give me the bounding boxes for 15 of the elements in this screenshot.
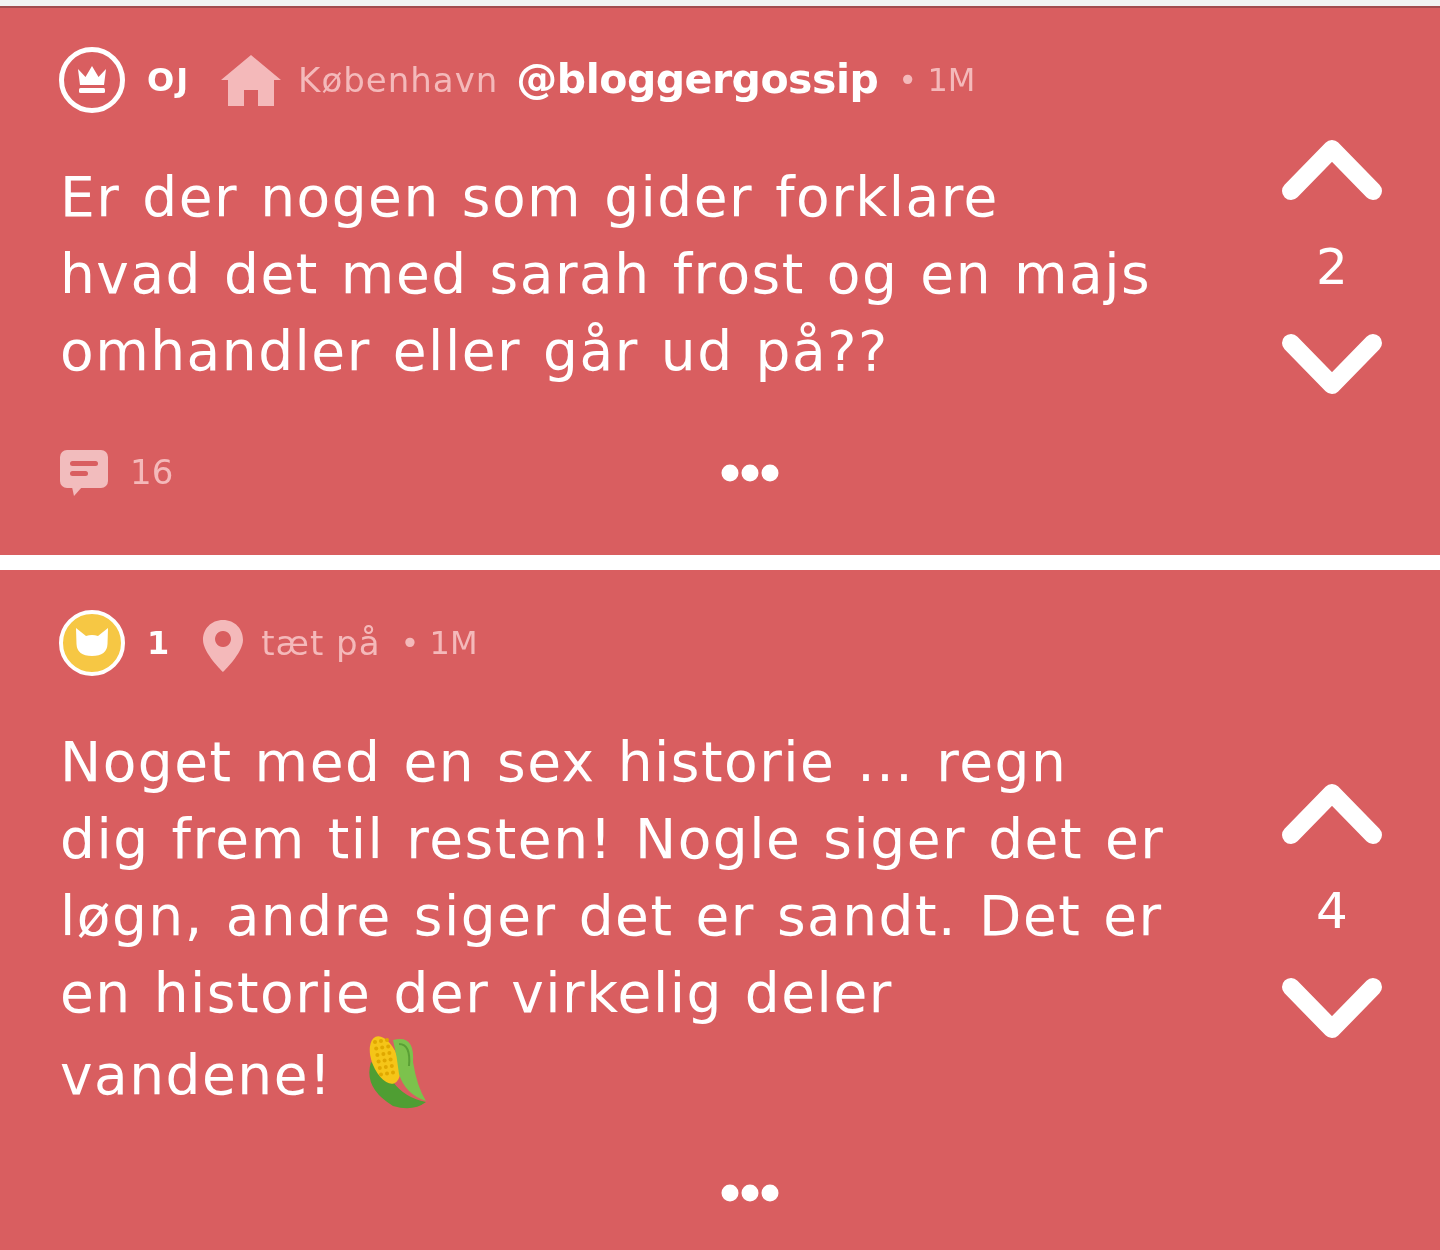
post-text: Noget med en sex historie ... regn dig frem til resten! Nogle siger det er løgn, andre siger det er sandt. Det er en historie der virkelig deler vandene!: [60, 730, 1165, 1107]
location-label: tæt på: [261, 621, 381, 665]
location-label: København: [298, 58, 499, 102]
more-options-icon[interactable]: [721, 463, 779, 482]
post-text: Er der nogen som gider forklare hvad det med sarah frost og en majs omhandler eller går ud på??: [60, 165, 1152, 383]
post-time: • 1M: [898, 60, 976, 101]
comment-count: 16: [130, 451, 174, 494]
vote-count: 4: [1316, 881, 1348, 941]
author-label: OJ: [147, 60, 191, 101]
author-label: 1: [147, 623, 172, 664]
comment-icon[interactable]: [60, 449, 108, 496]
post-time: • 1M: [400, 623, 478, 664]
username-link[interactable]: @bloggergossip: [516, 49, 879, 111]
more-options-icon[interactable]: [721, 1184, 779, 1202]
vote-count: 2: [1316, 236, 1348, 297]
